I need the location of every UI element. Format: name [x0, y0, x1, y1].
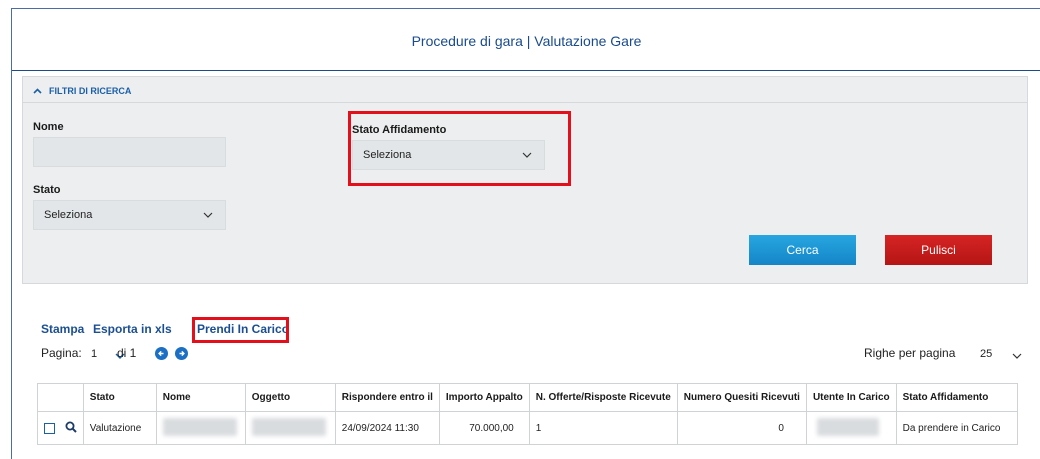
export-xls-link[interactable]: Esporta in xls [93, 322, 172, 336]
page-title: Procedure di gara | Valutazione Gare [12, 9, 1040, 71]
cell-importo: 70.000,00 [438, 411, 530, 445]
search-button[interactable]: Cerca [749, 235, 856, 265]
column-header-offerte[interactable]: N. Offerte/Risposte Ricevute [528, 383, 678, 412]
cell-rispondere: 24/09/2024 11:30 [334, 411, 440, 445]
cell-quesiti: 0 [676, 411, 807, 445]
cell-utente [805, 411, 897, 445]
table-header-row: Stato Nome Oggetto Rispondere entro il I… [37, 383, 1018, 412]
print-link[interactable]: Stampa [41, 322, 84, 336]
redacted-nome [162, 417, 237, 436]
results-table: Stato Nome Oggetto Rispondere entro il I… [37, 383, 1018, 445]
column-header-nome[interactable]: Nome [155, 383, 246, 412]
nome-input[interactable] [33, 137, 226, 167]
column-header-utente[interactable]: Utente In Carico [805, 383, 897, 412]
column-header-importo[interactable]: Importo Appalto [438, 383, 530, 412]
rows-per-page-value: 25 [980, 348, 993, 360]
chevron-down-icon [203, 209, 213, 221]
filters-section-label: FILTRI DI RICERCA [49, 86, 132, 96]
column-header-stato[interactable]: Stato [82, 383, 157, 412]
highlight-box [348, 111, 571, 186]
column-header-select [37, 383, 84, 412]
divider [23, 102, 1027, 103]
column-header-stato-affidamento[interactable]: Stato Affidamento [895, 383, 1018, 412]
cell-stato-affidamento: Da prendere in Carico [895, 411, 1018, 445]
chevron-down-icon [1012, 350, 1022, 362]
arrow-left-circle-icon[interactable] [155, 347, 168, 363]
stato-select[interactable]: Seleziona [33, 200, 226, 230]
clear-button[interactable]: Pulisci [885, 235, 992, 265]
stato-label: Stato [33, 184, 61, 196]
column-header-oggetto[interactable]: Oggetto [244, 383, 336, 412]
redacted-oggetto [251, 417, 326, 436]
search-icon[interactable] [65, 421, 77, 436]
cell-stato: Valutazione [82, 411, 157, 445]
page-select-value: 1 [91, 348, 98, 360]
rows-per-page: Righe per pagina 25 [864, 346, 1034, 362]
rows-per-page-label: Righe per pagina [864, 346, 956, 360]
page-label: Pagina: [41, 346, 82, 360]
redacted-utente [816, 417, 879, 436]
column-header-quesiti[interactable]: Numero Quesiti Ricevuti [676, 383, 807, 412]
table-row: Valutazione 24/09/2024 11:30 70.000,00 1… [37, 411, 1018, 445]
row-checkbox[interactable] [44, 422, 55, 434]
cell-oggetto [244, 411, 336, 445]
filters-toggle[interactable]: FILTRI DI RICERCA [33, 85, 131, 97]
column-header-rispondere[interactable]: Rispondere entro il [334, 383, 440, 412]
row-controls [37, 411, 84, 445]
arrow-right-circle-icon[interactable] [175, 347, 188, 363]
cell-nome [155, 411, 246, 445]
page-count: di 1 [117, 346, 137, 360]
nome-label: Nome [33, 121, 64, 133]
chevron-up-icon [33, 88, 42, 94]
cell-offerte: 1 [528, 411, 678, 445]
rows-per-page-select[interactable]: 25 [980, 346, 1030, 362]
highlight-box [192, 317, 289, 343]
stato-select-value: Seleziona [44, 209, 93, 221]
